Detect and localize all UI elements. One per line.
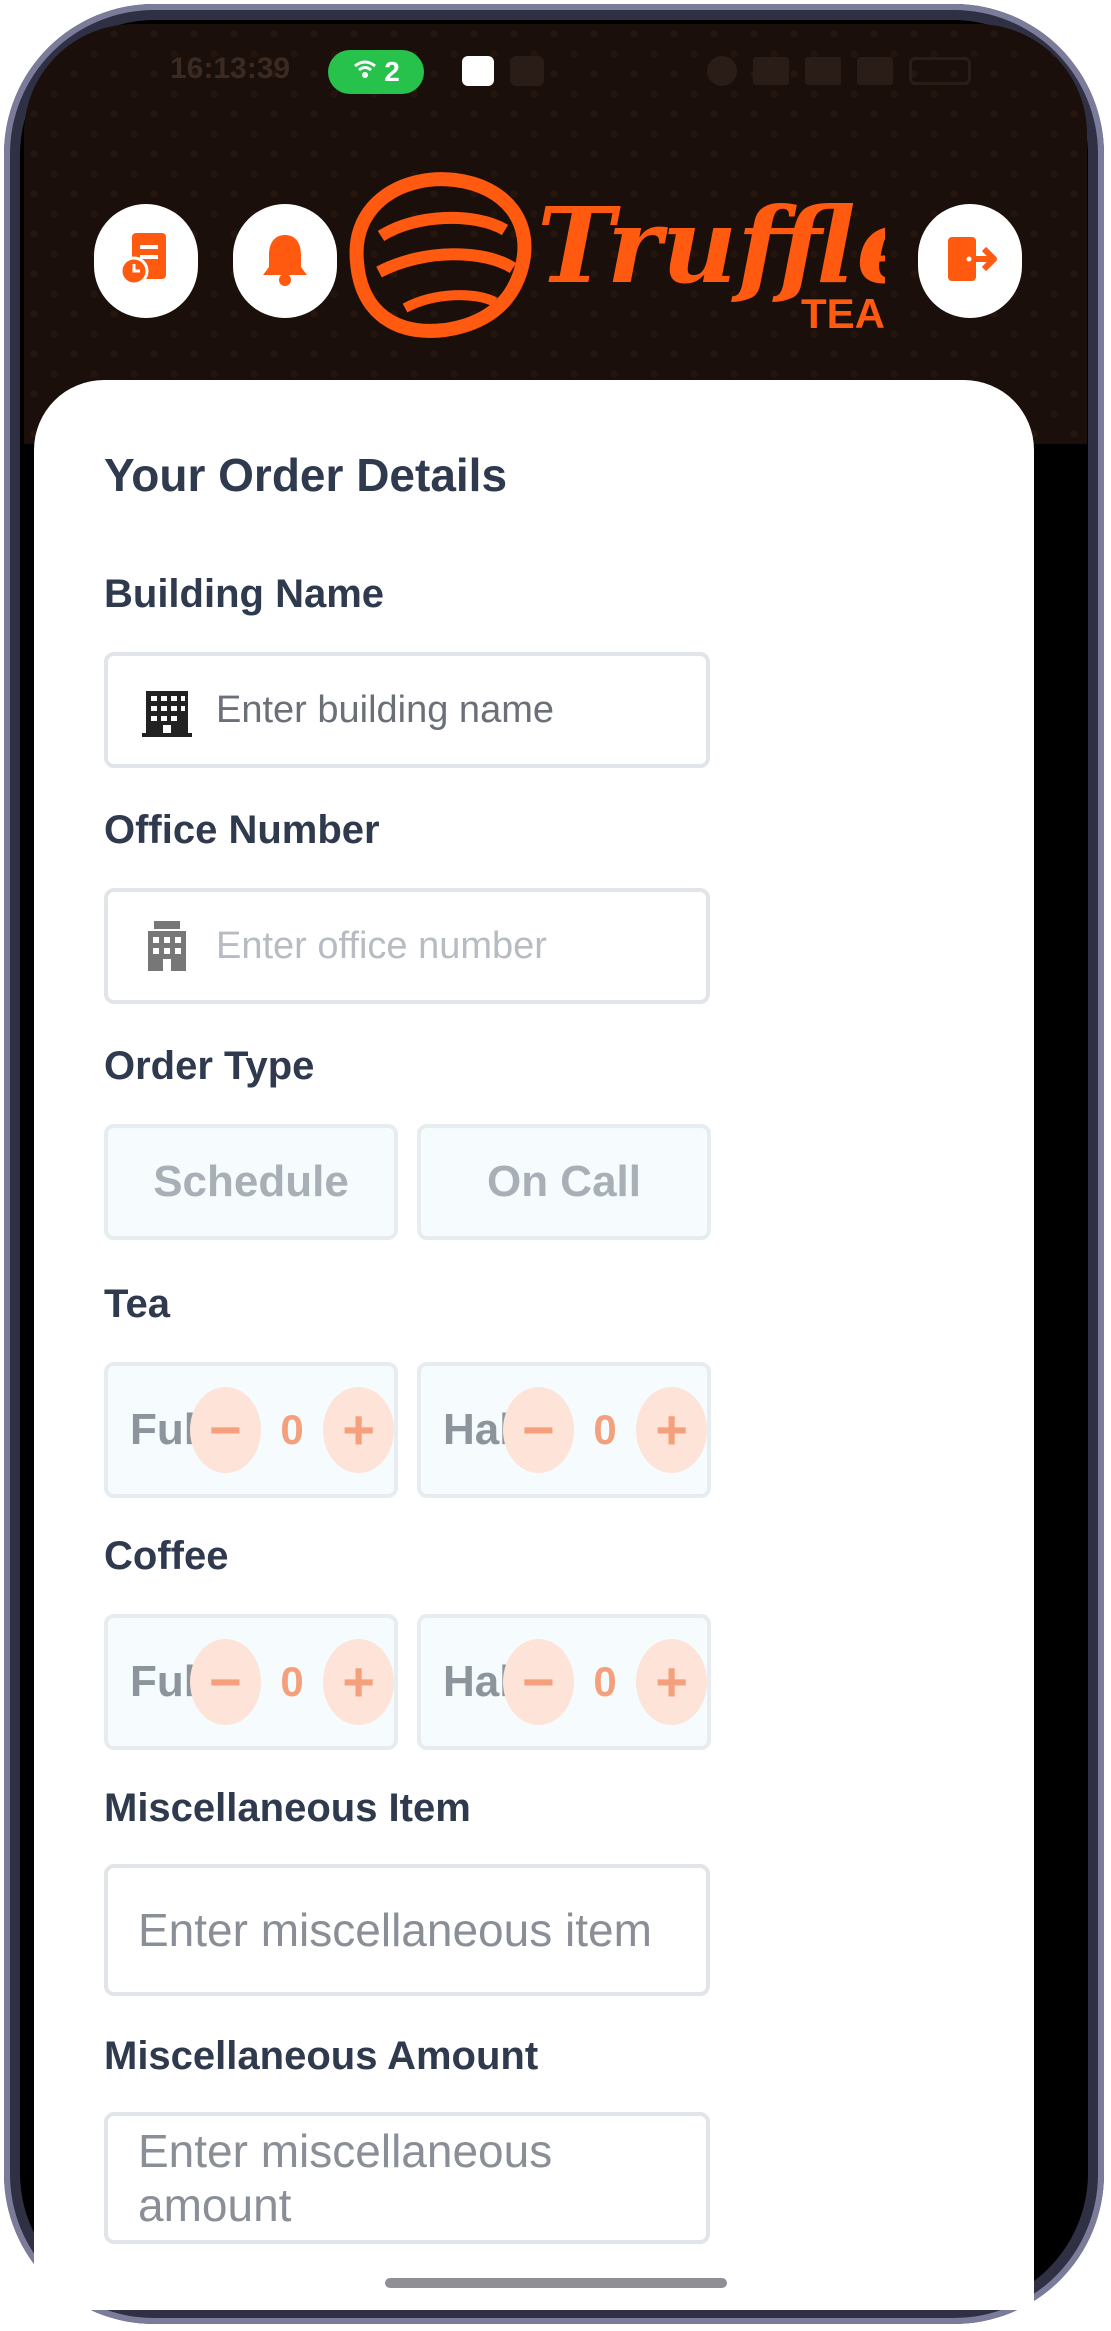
coffee-half-label: Half (443, 1657, 527, 1706)
status-time: 16:13:39 (170, 52, 291, 85)
coffee-half-value: 0 (593, 1658, 617, 1705)
misc-item-label: Miscellaneous Item (104, 1786, 471, 1830)
office-building-icon (138, 917, 196, 975)
logo-subtitle: TEA (801, 290, 885, 337)
home-indicator[interactable] (385, 2278, 727, 2288)
office-number-field[interactable]: Enter office number (104, 888, 710, 1004)
document-clock-icon (118, 229, 174, 294)
status-bar: 16:13:39 2 (0, 50, 1111, 94)
order-history-button[interactable] (94, 204, 198, 318)
youtube-icon (510, 56, 544, 86)
tea-half-value: 0 (593, 1406, 617, 1453)
notifications-button[interactable] (233, 204, 337, 318)
office-number-placeholder: Enter office number (216, 924, 547, 967)
logo-wordmark: Truffle (537, 184, 885, 307)
coffee-full-increment-button[interactable]: + (323, 1639, 394, 1725)
truffle-tea-logo: Truffle TEA (345, 152, 923, 352)
schedule-option[interactable]: Schedule (104, 1124, 398, 1240)
vibrate-icon (753, 57, 789, 85)
coffee-full-decrement-button[interactable]: − (190, 1639, 261, 1725)
building-name-label: Building Name (104, 572, 385, 616)
tea-half-label: Half (443, 1405, 527, 1454)
coffee-half-stepper: Half − 0 + (417, 1614, 711, 1750)
tea-full-stepper: Full − 0 + (104, 1362, 398, 1498)
tea-half-increment-button[interactable]: + (636, 1387, 707, 1473)
coffee-full-stepper: Full − 0 + (104, 1614, 398, 1750)
misc-amount-label: Miscellaneous Amount (104, 2034, 539, 2078)
coffee-label: Coffee (104, 1534, 229, 1578)
logout-button[interactable] (918, 204, 1022, 318)
hotspot-count: 2 (384, 56, 400, 87)
tea-full-decrement-button[interactable]: − (190, 1387, 261, 1473)
tea-full-value: 0 (280, 1406, 304, 1453)
logout-icon (942, 231, 998, 292)
misc-item-placeholder: Enter miscellaneous item (138, 1904, 652, 1956)
app-notification-icon (462, 56, 494, 86)
page-title: Your Order Details (104, 449, 508, 501)
coffee-half-increment-button[interactable]: + (636, 1639, 707, 1725)
battery-icon (909, 57, 971, 85)
on-call-option[interactable]: On Call (417, 1124, 711, 1240)
tea-full-increment-button[interactable]: + (323, 1387, 394, 1473)
network-speed-icon (805, 57, 841, 85)
building-name-field[interactable]: Enter building name (104, 652, 710, 768)
alarm-icon (707, 56, 737, 86)
hotspot-badge: 2 (328, 50, 424, 94)
status-icons (707, 56, 971, 86)
tea-full-label: Full (130, 1405, 209, 1454)
wifi-icon (352, 56, 378, 89)
tea-half-decrement-button[interactable]: − (503, 1387, 574, 1473)
misc-amount-placeholder: Enter miscellaneous amount (138, 2125, 553, 2231)
tea-half-stepper: Half − 0 + (417, 1362, 711, 1498)
signal-icon (857, 57, 893, 85)
bell-icon (259, 231, 311, 292)
misc-amount-field[interactable]: Enter miscellaneous amount (104, 2112, 710, 2244)
tea-label: Tea (104, 1282, 170, 1326)
building-icon (138, 681, 196, 739)
office-number-label: Office Number (104, 808, 380, 852)
order-type-label: Order Type (104, 1044, 315, 1088)
building-name-placeholder: Enter building name (216, 688, 554, 731)
order-details-card: Your Order Details Building Name Enter b… (34, 380, 1034, 2310)
coffee-full-label: Full (130, 1657, 209, 1706)
coffee-half-decrement-button[interactable]: − (503, 1639, 574, 1725)
misc-item-field[interactable]: Enter miscellaneous item (104, 1864, 710, 1996)
coffee-full-value: 0 (280, 1658, 304, 1705)
